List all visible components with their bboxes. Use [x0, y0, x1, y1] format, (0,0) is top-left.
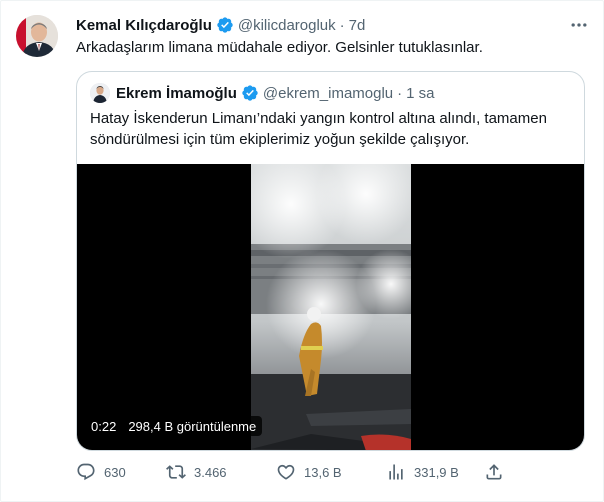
- reply-icon: [77, 463, 95, 481]
- quoted-tweet-header: Ekrem İmamoğlu @ekrem_imamoglu · 1 sa: [90, 83, 435, 103]
- tweet-card[interactable]: Kemal Kılıçdaroğlu @kilicdarogluk · 7d A…: [0, 0, 604, 502]
- author-avatar[interactable]: [16, 15, 58, 57]
- views-count: 331,9 B: [414, 464, 459, 480]
- share-button[interactable]: [484, 461, 504, 483]
- verified-badge-icon: [217, 17, 233, 33]
- video-info-badge: 0:22 298,4 B görüntülenme: [85, 416, 263, 436]
- separator-dot: ·: [397, 84, 403, 102]
- verified-badge-icon: [242, 85, 258, 101]
- video-views: 298,4 B görüntülenme: [128, 418, 257, 434]
- share-icon: [486, 464, 502, 480]
- like-button[interactable]: 13,6 B: [276, 461, 342, 483]
- like-count: 13,6 B: [304, 464, 342, 480]
- video-duration: 0:22: [91, 418, 117, 434]
- quoted-author-name[interactable]: Ekrem İmamoğlu: [116, 85, 237, 102]
- video-player[interactable]: 0:22 298,4 B görüntülenme: [77, 164, 584, 450]
- action-bar: 630 3.466 13,6 B 331,9 B: [76, 461, 516, 483]
- retweet-button[interactable]: 3.466: [166, 461, 227, 483]
- video-frame: [251, 164, 411, 450]
- views-button[interactable]: 331,9 B: [386, 461, 459, 483]
- tweet-timestamp[interactable]: 7d: [349, 17, 366, 34]
- author-handle[interactable]: @kilicdarogluk: [238, 17, 336, 34]
- separator-dot: ·: [339, 16, 345, 34]
- tweet-text: Arkadaşlarım limana müdahale ediyor. Gel…: [76, 39, 483, 56]
- reply-button[interactable]: 630: [76, 461, 126, 483]
- like-icon: [277, 464, 295, 480]
- reply-count: 630: [104, 464, 126, 480]
- more-icon[interactable]: [569, 15, 589, 35]
- author-name[interactable]: Kemal Kılıçdaroğlu: [76, 17, 212, 34]
- quoted-timestamp: 1 sa: [406, 84, 435, 102]
- views-icon: [389, 464, 403, 480]
- quoted-author-avatar: [90, 83, 110, 103]
- tweet-header: Kemal Kılıçdaroğlu @kilicdarogluk · 7d: [76, 15, 365, 35]
- quoted-author-handle: @ekrem_imamoglu: [262, 84, 394, 102]
- quoted-tweet-text: Hatay İskenderun Limanı’ndaki yangın kon…: [90, 110, 547, 148]
- quoted-tweet[interactable]: Ekrem İmamoğlu @ekrem_imamoglu · 1 sa Ha…: [76, 71, 585, 451]
- retweet-icon: [166, 465, 186, 479]
- retweet-count: 3.466: [194, 464, 227, 480]
